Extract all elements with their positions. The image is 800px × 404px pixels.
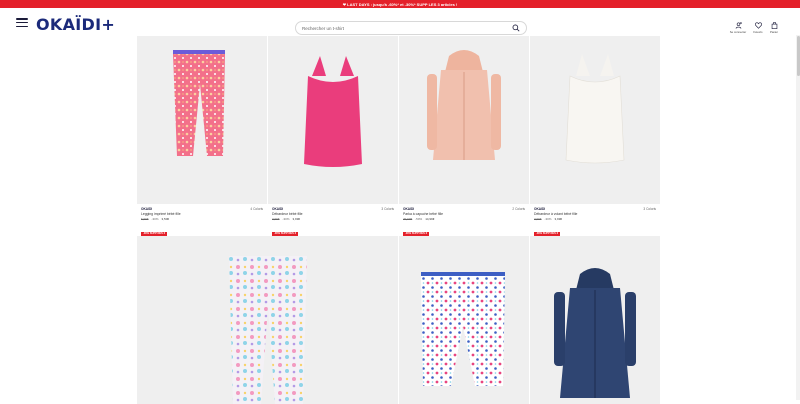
- price: 3,50€: [161, 217, 170, 221]
- discount: -30%: [544, 217, 552, 221]
- floral-legging-image: [421, 272, 505, 386]
- promo-badge: -30% SUPP DÈS 3: [272, 231, 299, 236]
- price: 14,99€: [425, 217, 435, 221]
- product-image[interactable]: [530, 236, 660, 404]
- product-image[interactable]: [399, 36, 529, 204]
- promo-badge: -30% SUPP DÈS 3: [141, 231, 168, 236]
- legging-image: [173, 50, 225, 156]
- cart-label: Panier: [769, 30, 779, 34]
- search-bar[interactable]: [295, 21, 527, 35]
- promo-badge: -30% SUPP DÈS 3: [403, 231, 430, 236]
- product-image[interactable]: [137, 236, 398, 404]
- cart-link[interactable]: Panier: [764, 22, 784, 34]
- product-image[interactable]: [399, 236, 529, 404]
- product-card[interactable]: OKAIDI 3 Coloris Débardeur à volant bébé …: [530, 36, 660, 242]
- promo-badge: -30% SUPP DÈS 3: [534, 231, 561, 236]
- account-link[interactable]: Se connecter: [728, 22, 748, 34]
- user-icon: [735, 22, 742, 29]
- product-colors: 2 Coloris: [512, 207, 525, 211]
- product-card[interactable]: [399, 236, 529, 404]
- tank-top-image: [304, 56, 362, 167]
- account-label: Se connecter: [729, 30, 747, 34]
- promo-banner[interactable]: ❤ LAST DAYS : jusqu'à -60%* et -30%* SUP…: [0, 0, 800, 8]
- product-card[interactable]: OKAIDI 2 Coloris Parka à capuche bébé fil…: [399, 36, 529, 242]
- product-brand: OKAIDI: [272, 207, 284, 211]
- patterned-legging-image: [229, 256, 307, 404]
- promo-text: ❤ LAST DAYS : jusqu'à -60%* et -30%* SUP…: [342, 1, 458, 7]
- product-colors: 3 Coloris: [643, 207, 656, 211]
- product-name[interactable]: Débardeur à volant bébé fille: [534, 212, 656, 216]
- product-name[interactable]: Legging imprimé bébé fille: [141, 212, 263, 216]
- search-input[interactable]: [302, 25, 512, 31]
- price: 3,99€: [292, 217, 301, 221]
- discount: -50%: [415, 217, 423, 221]
- product-card[interactable]: OKAIDI 3 Coloris Débardeur bébé fille 7,9…: [268, 36, 398, 242]
- product-card[interactable]: [530, 236, 660, 404]
- product-image[interactable]: [137, 36, 267, 204]
- bag-icon: [771, 22, 777, 29]
- product-brand: OKAIDI: [534, 207, 546, 211]
- wishlist-label: Favoris: [753, 30, 763, 34]
- old-price: 7,99€: [534, 217, 542, 221]
- product-name[interactable]: Débardeur bébé fille: [272, 212, 394, 216]
- product-colors: 4 Coloris: [250, 207, 263, 211]
- discount: -30%: [282, 217, 290, 221]
- product-name[interactable]: Parka à capuche bébé fille: [403, 212, 525, 216]
- discount: -30%: [151, 217, 159, 221]
- product-image[interactable]: [530, 36, 660, 204]
- menu-icon[interactable]: [16, 18, 28, 27]
- navy-coat-image: [554, 268, 636, 398]
- parka-image: [427, 50, 501, 160]
- old-price: 29,99€: [403, 217, 413, 221]
- site-header: OKAÏDI+ Se connecter Favoris Panier: [0, 8, 800, 35]
- heart-icon: [754, 22, 762, 29]
- scrollbar[interactable]: [796, 35, 800, 400]
- product-brand: OKAIDI: [141, 207, 153, 211]
- product-card[interactable]: OKAIDI 4 Coloris Legging imprimé bébé fil…: [137, 36, 267, 242]
- product-brand: OKAIDI: [403, 207, 415, 211]
- old-price: 6,99€: [141, 217, 149, 221]
- white-top-image: [565, 54, 625, 164]
- old-price: 7,99€: [272, 217, 280, 221]
- price: 3,99€: [554, 217, 563, 221]
- site-logo[interactable]: OKAÏDI+: [36, 15, 115, 34]
- product-colors: 3 Coloris: [381, 207, 394, 211]
- scrollbar-thumb[interactable]: [796, 36, 800, 76]
- product-image[interactable]: [268, 36, 398, 204]
- search-icon[interactable]: [512, 24, 520, 32]
- product-card[interactable]: [137, 236, 398, 404]
